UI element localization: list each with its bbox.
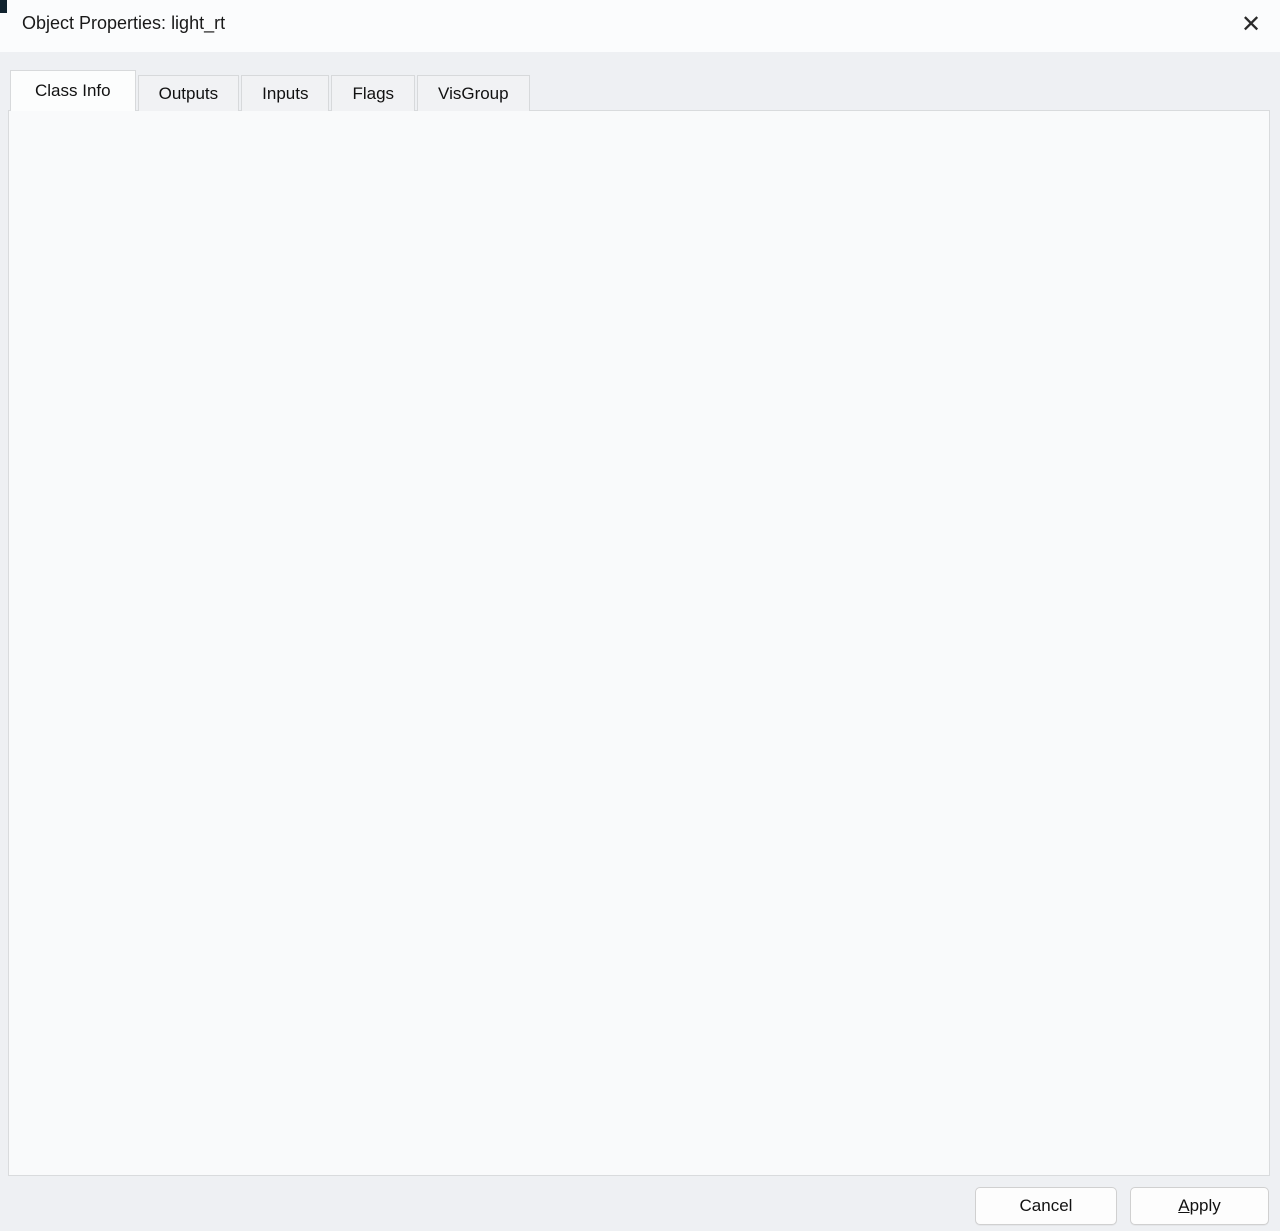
window-title: Object Properties: light_rt: [22, 13, 225, 34]
cancel-button[interactable]: Cancel: [975, 1187, 1117, 1225]
tab-visgroup[interactable]: VisGroup: [417, 75, 530, 111]
close-icon[interactable]: ✕: [1236, 10, 1266, 40]
screen-corner-artifact: [0, 0, 7, 13]
tab-outputs[interactable]: Outputs: [138, 75, 240, 111]
class-info-panel: [8, 110, 1270, 1176]
tab-bar: Class InfoOutputsInputsFlagsVisGroup: [10, 70, 532, 111]
tab-inputs[interactable]: Inputs: [241, 75, 329, 111]
tab-class-info[interactable]: Class Info: [10, 70, 136, 111]
apply-button[interactable]: Apply: [1130, 1187, 1269, 1225]
tab-flags[interactable]: Flags: [331, 75, 415, 111]
